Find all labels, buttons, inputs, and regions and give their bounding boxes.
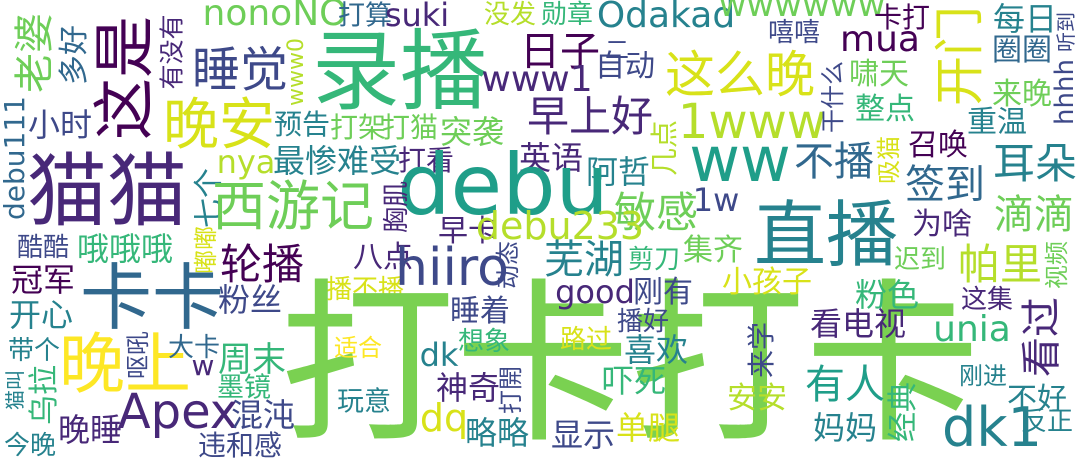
- word: 略略: [464, 414, 530, 452]
- word: 老婆: [12, 13, 58, 93]
- word: good: [555, 273, 635, 311]
- word: 吸猫: [875, 136, 903, 184]
- word: www0: [284, 38, 309, 106]
- word: 不播: [794, 139, 874, 185]
- word: 违和感: [197, 429, 283, 462]
- word: 混沌: [230, 396, 296, 434]
- word: 啸天: [849, 57, 909, 92]
- word: 猫猫: [27, 145, 187, 238]
- word: 重温: [967, 105, 1027, 140]
- word: 打架: [329, 111, 387, 144]
- word: 没发: [483, 0, 537, 30]
- word: 有没有: [157, 14, 187, 90]
- word: 猫叫: [3, 370, 27, 410]
- word: 每日: [992, 0, 1058, 38]
- word: 打開: [497, 366, 525, 414]
- word: 吓死: [601, 362, 667, 400]
- word: Odakad: [596, 0, 736, 36]
- word-cloud: 老婆 多好 这是 有没有 睡觉 nonoNO 打算 suki 录播 www0 晚安 小时 debu111…: [0, 0, 1080, 463]
- word: 自动: [595, 49, 655, 84]
- word: 耳朵: [992, 139, 1078, 188]
- word: 早上好: [526, 92, 654, 141]
- word: 呕吼: [124, 331, 152, 379]
- word: 勋章: [540, 0, 594, 30]
- word: 录播: [311, 20, 489, 123]
- word: 刚进: [959, 362, 1007, 390]
- word: 小孩子: [722, 265, 812, 300]
- word: 1w: [692, 181, 740, 219]
- word: 想象: [457, 327, 511, 357]
- word: 单腿: [615, 409, 681, 447]
- word: 干什么: [819, 61, 847, 133]
- word: 多好: [57, 25, 92, 85]
- word: 刚有: [633, 275, 693, 310]
- word: 集齐: [683, 233, 743, 268]
- word: dk: [419, 336, 459, 374]
- word: 直播: [753, 193, 899, 277]
- word: 睡着: [450, 294, 510, 329]
- word: 安安: [727, 381, 787, 416]
- word: 路过: [559, 325, 613, 355]
- word: 小时: [27, 106, 93, 144]
- word: 妈妈: [812, 409, 878, 447]
- word: 这是: [88, 15, 161, 141]
- word: hiiro: [395, 238, 509, 298]
- word: 经典: [886, 382, 921, 442]
- word: 签到: [905, 162, 985, 208]
- word: 几点: [648, 119, 681, 177]
- word: 冠军: [10, 261, 76, 299]
- word: 反正: [1020, 407, 1074, 437]
- word: 整点: [855, 92, 915, 127]
- word: 乌拉: [27, 365, 62, 425]
- word: 召唤: [908, 128, 968, 163]
- word: 听到: [1054, 12, 1078, 52]
- word: 剪刀: [627, 245, 681, 275]
- word: 今晚: [3, 431, 57, 461]
- word: unia: [933, 309, 1011, 350]
- word: 为啥: [912, 207, 972, 242]
- word: 帕里: [957, 240, 1043, 289]
- word: 胸肌: [382, 180, 412, 234]
- word: 显示: [550, 416, 616, 454]
- word: dq: [419, 396, 469, 440]
- word: 有人: [805, 362, 885, 408]
- word: 卡卡: [79, 256, 225, 340]
- word: 这么晚: [665, 46, 815, 104]
- word: hhhh: [1050, 59, 1080, 125]
- word: 圈圈: [992, 33, 1052, 68]
- word: nya: [216, 143, 276, 181]
- word: 玩意: [337, 386, 391, 418]
- word: 晚睡: [57, 411, 123, 449]
- word: debu111: [0, 96, 31, 220]
- word: 酷酷: [16, 233, 70, 263]
- word: 视频: [1043, 241, 1071, 289]
- word: 西游记: [212, 175, 374, 238]
- word: 粉丝: [217, 281, 283, 319]
- word: 适合: [334, 334, 382, 362]
- word: 来学: [745, 321, 778, 379]
- word: 看电视: [809, 305, 907, 343]
- word: 滴滴: [994, 192, 1074, 238]
- word: 带个: [7, 336, 61, 366]
- word: 预告: [273, 108, 331, 141]
- word: 看过: [1019, 297, 1065, 377]
- word: 开门: [931, 6, 989, 106]
- word: mua: [840, 19, 920, 60]
- word: w: [191, 349, 215, 382]
- word: 嘻嘻: [767, 18, 821, 48]
- word: 睡觉: [191, 42, 289, 98]
- word: 迟到: [893, 245, 947, 275]
- word: 最惨难受: [272, 142, 402, 180]
